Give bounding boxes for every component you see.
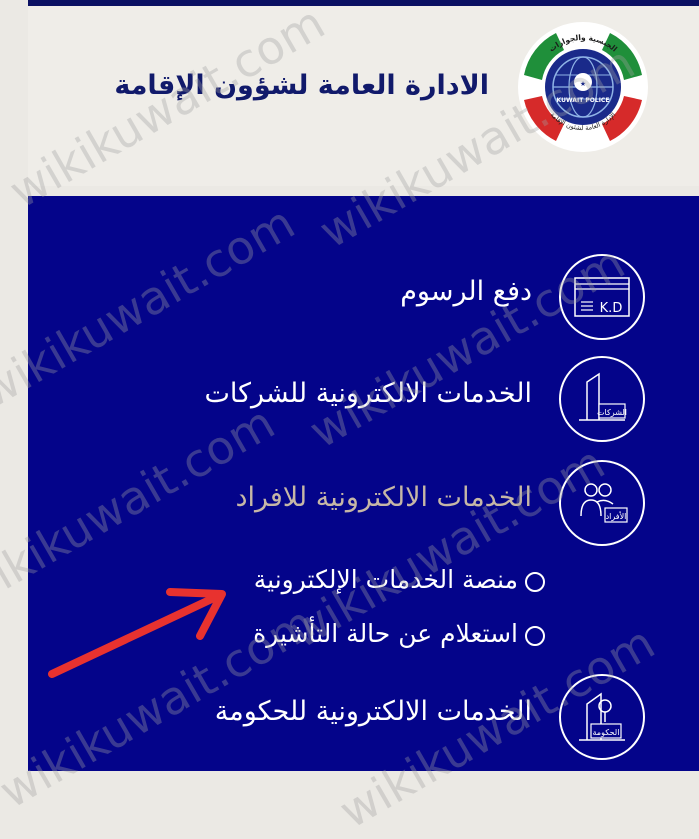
subitem-label: منصة الخدمات الإلكترونية: [253, 565, 518, 594]
individuals-people-icon: الأفراد: [559, 460, 645, 546]
residency-logo: ★ الجنسية والجوازات KUWAIT POLICE الإدار…: [518, 22, 648, 152]
service-pay-fees[interactable]: K.D دفع الرسوم: [28, 254, 699, 344]
service-individuals-label: الخدمات الالكترونية للافراد: [235, 482, 532, 513]
service-pay-fees-label: دفع الرسوم: [400, 276, 532, 307]
companies-building-icon: الشركات: [559, 356, 645, 442]
page-title: الادارة العامة لشؤون الإقامة: [114, 70, 489, 101]
radio-circle-icon: [525, 626, 545, 646]
svg-text:KUWAIT POLICE: KUWAIT POLICE: [557, 97, 610, 104]
service-government-label: الخدمات الالكترونية للحكومة: [214, 696, 532, 727]
service-companies-label: الخدمات الالكترونية للشركات: [204, 378, 532, 409]
svg-text:★: ★: [580, 80, 586, 88]
svg-text:الشركات: الشركات: [597, 408, 627, 417]
service-companies[interactable]: الشركات الخدمات الالكترونية للشركات: [28, 356, 699, 446]
svg-text:K.D: K.D: [600, 301, 623, 316]
svg-text:الأفراد: الأفراد: [606, 511, 627, 521]
kd-payment-icon: K.D: [559, 254, 645, 340]
subitem-label: استعلام عن حالة التأشيرة: [253, 619, 518, 648]
svg-text:الحكومة: الحكومة: [593, 728, 620, 737]
government-building-icon: الحكومة: [559, 674, 645, 760]
radio-circle-icon: [525, 572, 545, 592]
service-individuals[interactable]: الأفراد الخدمات الالكترونية للافراد: [28, 460, 699, 550]
red-arrow-icon: [48, 588, 226, 678]
